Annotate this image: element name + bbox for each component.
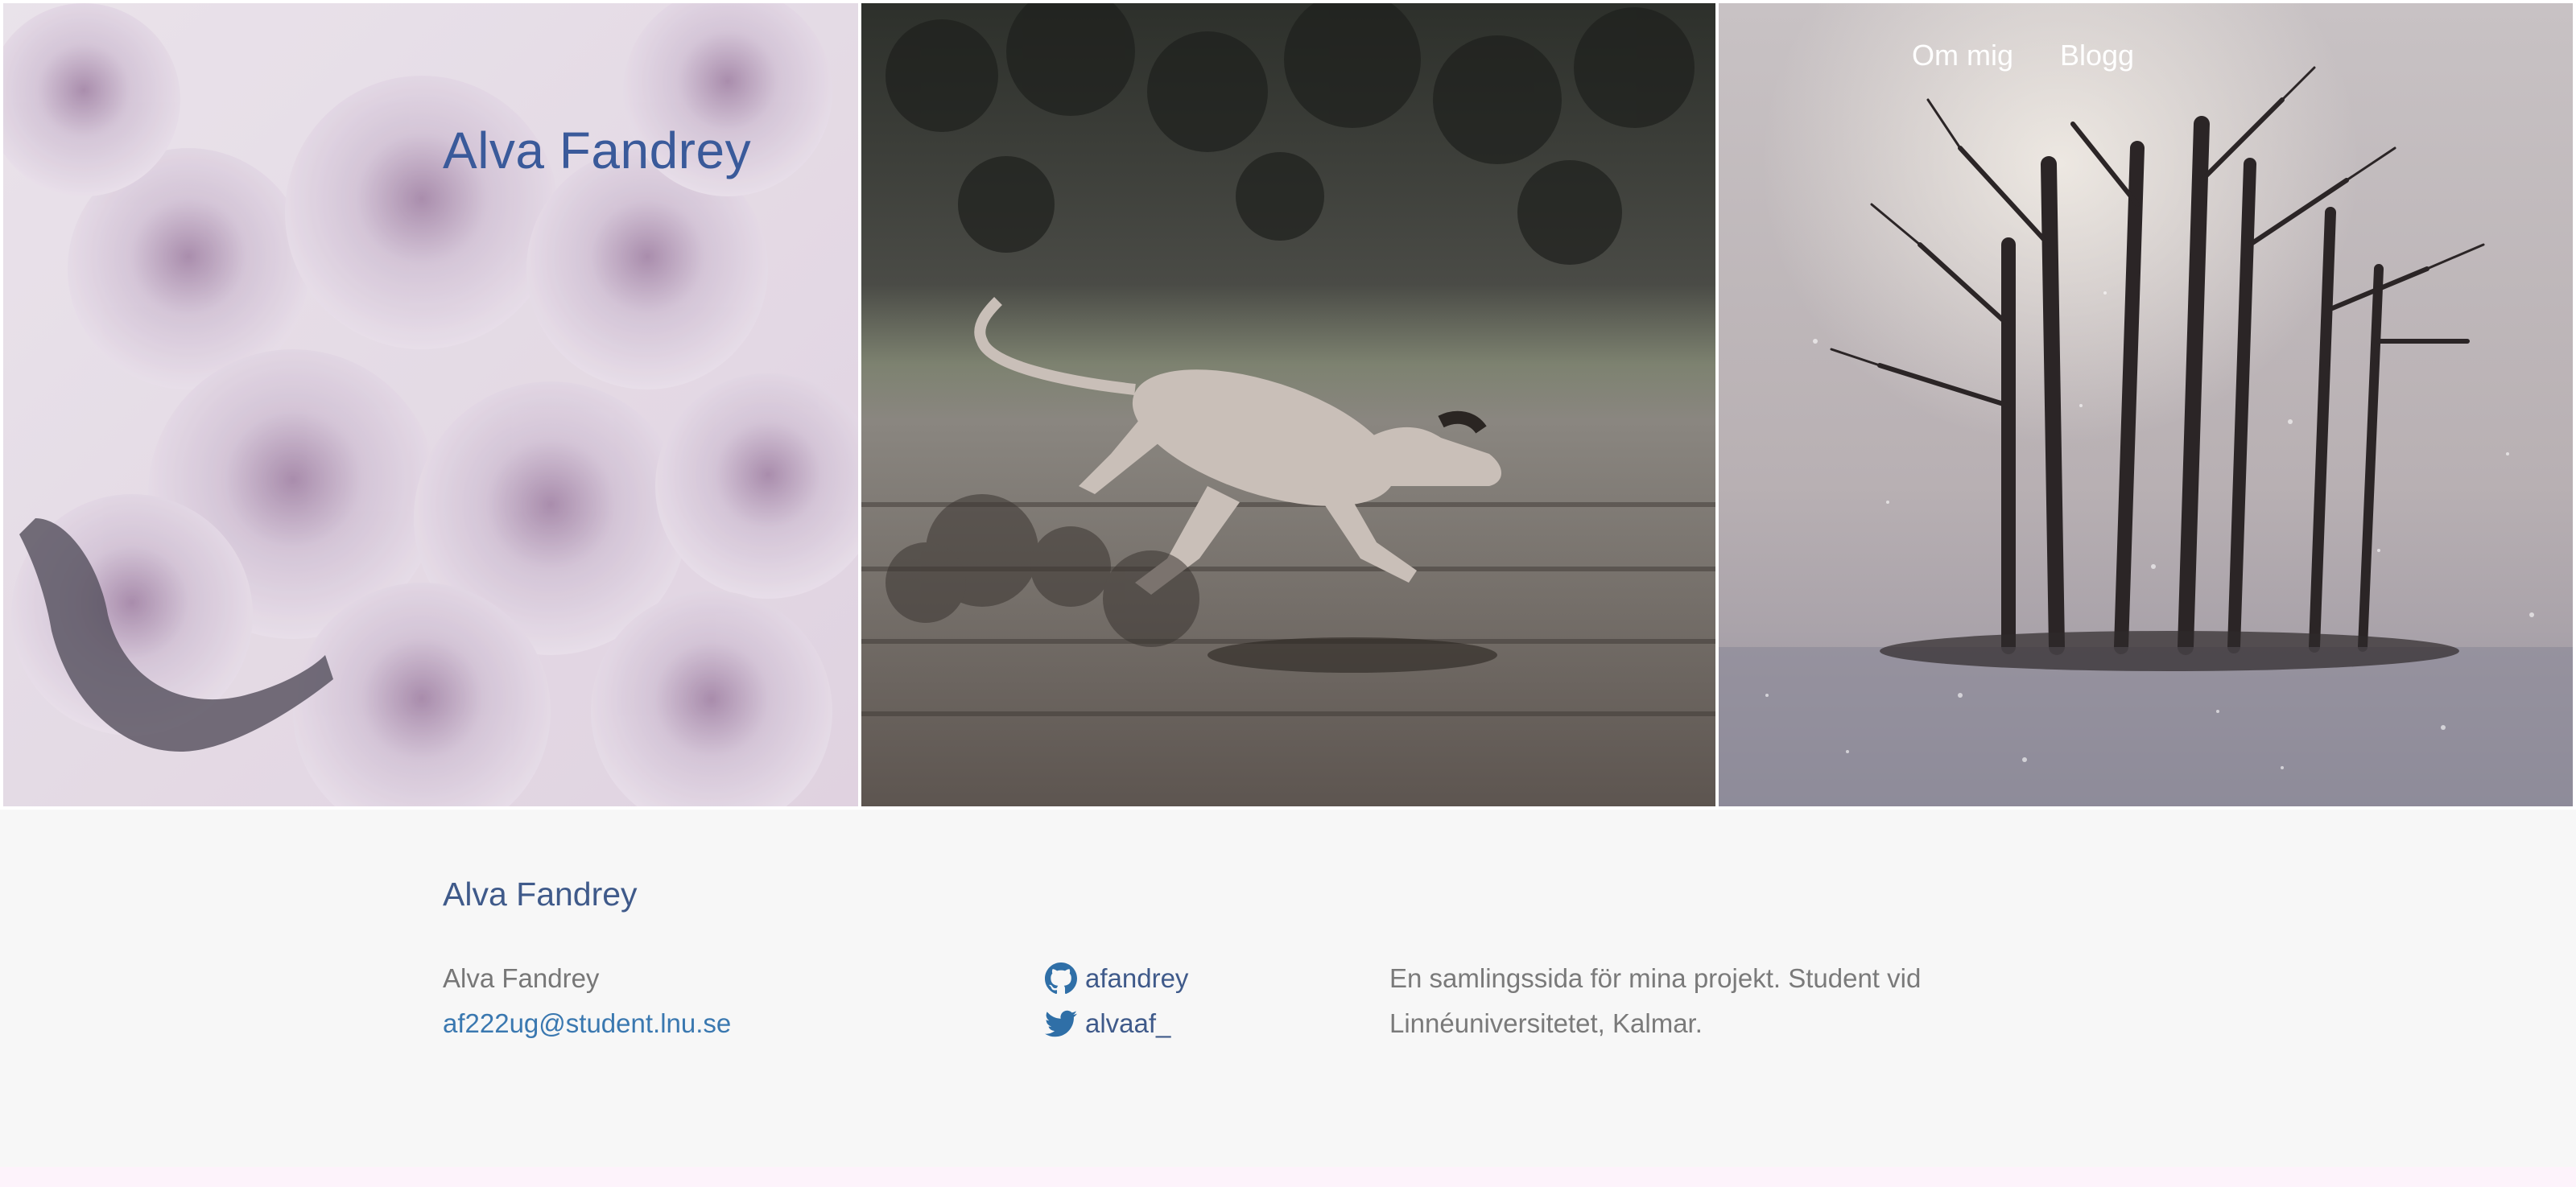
hero-banner: Alva Fandrey Om mig Blogg [0,0,2576,810]
hero-image-dog [861,3,1715,806]
footer-title: Alva Fandrey [443,876,638,913]
main-nav: Om mig Blogg [1912,39,2134,72]
footer-name: Alva Fandrey [443,963,600,993]
github-icon [1045,962,1077,995]
nav-link-om-mig[interactable]: Om mig [1912,39,2013,72]
footer-contact: Alva Fandrey af222ug@student.lnu.se [443,956,731,1046]
twitter-username: alvaaf_ [1085,1008,1171,1038]
bottom-strip [0,1167,2576,1187]
hero-image-winter-trees [1719,3,2573,806]
site-title[interactable]: Alva Fandrey [443,121,751,180]
github-link[interactable]: afandrey [1045,956,1188,1001]
github-username: afandrey [1085,963,1189,993]
nav-link-blogg[interactable]: Blogg [2060,39,2134,72]
twitter-icon [1045,1010,1077,1037]
footer-social: afandrey alvaaf_ [1045,956,1188,1046]
email-link[interactable]: af222ug@student.lnu.se [443,1001,731,1046]
footer-description: En samlingssida för mina projekt. Studen… [1389,963,1922,1038]
twitter-link[interactable]: alvaaf_ [1045,1001,1188,1046]
